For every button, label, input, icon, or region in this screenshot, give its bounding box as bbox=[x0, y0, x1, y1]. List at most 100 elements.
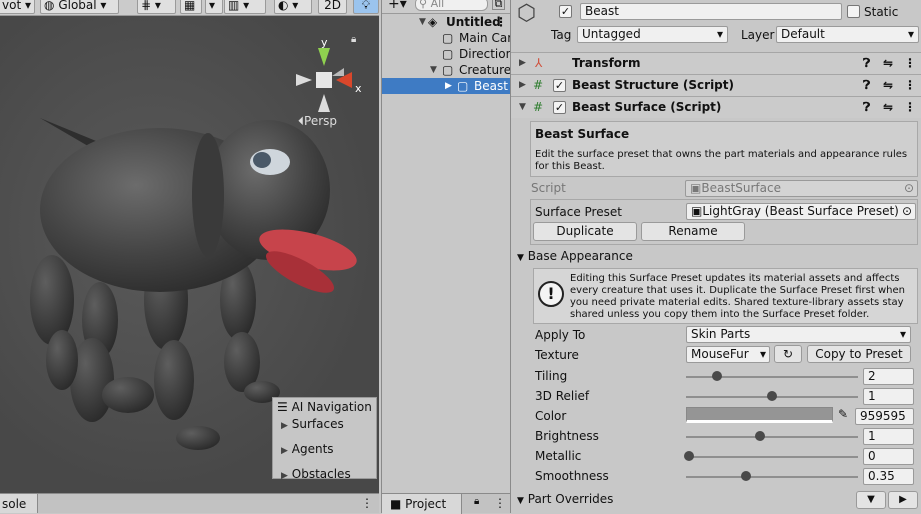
copy-to-preset-button[interactable]: Copy to Preset bbox=[807, 345, 911, 363]
expand-arrow-icon: ▶ bbox=[281, 421, 288, 431]
lighting-toggle[interactable]: 💡︎ bbox=[353, 0, 379, 14]
dropdown-arrow-icon: ▾ bbox=[100, 0, 107, 12]
object-name-field[interactable]: Beast bbox=[580, 3, 842, 20]
ai-nav-item-obstacles[interactable]: ▶ Obstacles bbox=[281, 466, 351, 484]
eyedropper-icon[interactable]: ✎ bbox=[838, 407, 848, 421]
help-icon: ❓︎ bbox=[863, 56, 871, 70]
hierarchy-item-main-camera[interactable]: ▢ Main Car bbox=[382, 30, 510, 46]
metallic-slider-track[interactable] bbox=[686, 456, 858, 458]
hierarchy-panel: +▾ ⚲ All ⧉ ▼ ◈ Untitled ⋮ ▢ Main Car ▢ D… bbox=[381, 0, 510, 514]
gameobject-icon: ▢ bbox=[442, 63, 454, 77]
color-hex-field[interactable]: 959595 bbox=[855, 408, 914, 425]
more-options-icon[interactable]: ⋮ bbox=[361, 496, 373, 510]
warning-icon: ! bbox=[538, 281, 564, 307]
brightness-field[interactable]: 1 bbox=[863, 428, 914, 445]
expand-arrow-icon: ▶ bbox=[519, 58, 526, 68]
brightness-slider-knob[interactable] bbox=[754, 431, 765, 441]
smoothness-field[interactable]: 0.35 bbox=[863, 468, 914, 485]
preset-icon: ⇋ bbox=[883, 100, 894, 114]
view-2d-toggle[interactable]: 2D bbox=[318, 0, 347, 14]
hierarchy-item-scene[interactable]: ▼ ◈ Untitled ⋮ bbox=[382, 14, 510, 30]
script-icon: # bbox=[533, 78, 544, 92]
expand-all-button[interactable]: ▶ bbox=[888, 491, 918, 509]
relief-field[interactable]: 1 bbox=[863, 388, 914, 405]
object-picker-icon: ⊙ bbox=[901, 204, 912, 218]
persp-label[interactable]: ⏴Persp bbox=[298, 114, 337, 129]
help-icon: ❓︎ bbox=[863, 78, 871, 92]
tab-console[interactable]: sole bbox=[0, 494, 38, 513]
gizmo-y-label: y bbox=[321, 36, 328, 49]
ai-navigation-title[interactable]: ☰ AI Navigation bbox=[277, 399, 372, 415]
collapse-all-button[interactable]: ▼ bbox=[856, 491, 886, 509]
script-field: ▣BeastSurface ⊙ bbox=[685, 180, 918, 197]
ai-nav-item-surfaces[interactable]: ▶ Surfaces bbox=[281, 416, 344, 434]
color-swatch[interactable] bbox=[686, 407, 833, 423]
snap-increment-button[interactable]: ▦ bbox=[180, 0, 202, 14]
part-overrides-foldout[interactable]: ▼ Part Overrides bbox=[517, 491, 613, 509]
metallic-field[interactable]: 0 bbox=[863, 448, 914, 465]
collapse-arrow-icon: ▼ bbox=[519, 102, 526, 112]
layer-label: Layer bbox=[741, 28, 775, 42]
warning-text: Editing this Surface Preset updates its … bbox=[570, 273, 905, 320]
apply-to-dropdown[interactable]: Skin Parts ▾ bbox=[686, 326, 911, 343]
grid-visibility-button[interactable]: ▥ ▾ bbox=[224, 0, 266, 14]
grid-snap-icon: ⋕ bbox=[141, 0, 152, 12]
add-icon[interactable]: +▾ bbox=[388, 0, 407, 12]
smoothness-slider-knob[interactable] bbox=[741, 471, 752, 481]
pivot-dropdown[interactable]: vot ▾ bbox=[0, 0, 35, 14]
static-label: Static bbox=[864, 5, 899, 19]
lock-icon[interactable]: 🔒︎ bbox=[351, 34, 356, 45]
hierarchy-search[interactable]: ⚲ All bbox=[415, 0, 488, 11]
tab-project[interactable]: ■ Project bbox=[382, 494, 462, 514]
ai-nav-item-agents[interactable]: ▶ Agents bbox=[281, 441, 334, 459]
brightness-slider-track[interactable] bbox=[686, 436, 858, 438]
surface-preset-field[interactable]: ▣LightGray (Beast Surface Preset) ⊙ bbox=[686, 203, 916, 220]
layer-dropdown[interactable]: Default ▾ bbox=[776, 26, 919, 43]
dropdown-arrow-icon: ▾ bbox=[24, 0, 32, 12]
global-dropdown[interactable]: ◍ Global ▾ bbox=[40, 0, 119, 14]
draw-mode-button[interactable]: ◐ ▾ bbox=[274, 0, 312, 14]
tiling-slider-knob[interactable] bbox=[711, 371, 722, 381]
dropdown-arrow-icon: ▾ bbox=[759, 347, 766, 361]
active-checkbox[interactable]: ✓ bbox=[559, 5, 572, 18]
rename-button[interactable]: Rename bbox=[641, 222, 745, 241]
duplicate-button[interactable]: Duplicate bbox=[533, 222, 637, 241]
hierarchy-item-beast[interactable]: ▶ ▢ Beast bbox=[382, 78, 510, 94]
search-icon: ⚲ bbox=[419, 0, 428, 10]
orientation-gizmo[interactable]: y x bbox=[292, 36, 362, 118]
relief-slider-knob[interactable] bbox=[767, 391, 777, 401]
hierarchy-item-direction[interactable]: ▢ Direction bbox=[382, 46, 510, 62]
hierarchy-item-creature[interactable]: ▼ ▢ Creature bbox=[382, 62, 510, 78]
scene-visibility-icon[interactable]: ⧉ bbox=[492, 0, 505, 10]
more-options-icon[interactable]: ⋮ bbox=[494, 496, 506, 510]
texture-dropdown[interactable]: MouseFur ▾ bbox=[686, 346, 770, 363]
scene-viewport[interactable]: y x 🔒︎ ⏴Persp ☰ AI Navigation ▶ Surfaces… bbox=[0, 16, 379, 493]
tiling-field[interactable]: 2 bbox=[863, 368, 914, 385]
lock-icon[interactable]: 🔒︎ bbox=[474, 496, 479, 507]
gameobject-large-icon: ⬡ bbox=[517, 1, 537, 26]
grid-snap-button[interactable]: ⋕ ▾ bbox=[137, 0, 176, 14]
toolbar-menu-button[interactable]: ▾ bbox=[205, 0, 223, 14]
hierarchy-toolbar: +▾ ⚲ All ⧉ bbox=[382, 0, 510, 14]
warning-helpbox: ! Editing this Surface Preset updates it… bbox=[533, 268, 918, 324]
refresh-button[interactable]: ↻ bbox=[774, 345, 802, 363]
tag-label: Tag bbox=[551, 28, 572, 42]
scene-view[interactable]: y x 🔒︎ ⏴Persp ☰ AI Navigation ▶ Surfaces… bbox=[0, 0, 379, 513]
lightbulb-icon: 💡︎ bbox=[361, 0, 371, 12]
expand-arrow-icon: ▼ bbox=[419, 17, 426, 27]
base-appearance-foldout[interactable]: ▼ Base Appearance bbox=[517, 248, 633, 266]
expand-arrow-icon: ▶ bbox=[281, 446, 288, 456]
component-beast-structure[interactable]: ▶ # ✓ Beast Structure (Script) ❓︎ ⇋ ⋮ bbox=[511, 74, 921, 96]
component-enabled-checkbox[interactable]: ✓ bbox=[553, 101, 566, 114]
tag-dropdown[interactable]: Untagged ▾ bbox=[577, 26, 728, 43]
drag-handle-icon[interactable]: ☰ bbox=[277, 400, 288, 414]
metallic-slider-knob[interactable] bbox=[684, 451, 695, 461]
gameobject-icon: ▢ bbox=[442, 47, 454, 61]
smoothness-slider-track[interactable] bbox=[686, 476, 858, 478]
component-enabled-checkbox[interactable]: ✓ bbox=[553, 79, 566, 92]
component-transform[interactable]: ▶ ⅄ Transform ❓︎ ⇋ ⋮ bbox=[511, 52, 921, 74]
right-triangle-icon: ▶ bbox=[899, 494, 907, 505]
component-beast-surface[interactable]: ▼ # ✓ Beast Surface (Script) ❓︎ ⇋ ⋮ bbox=[511, 96, 921, 118]
static-checkbox[interactable] bbox=[847, 5, 860, 18]
collapse-arrow-icon: ▼ bbox=[517, 496, 524, 506]
